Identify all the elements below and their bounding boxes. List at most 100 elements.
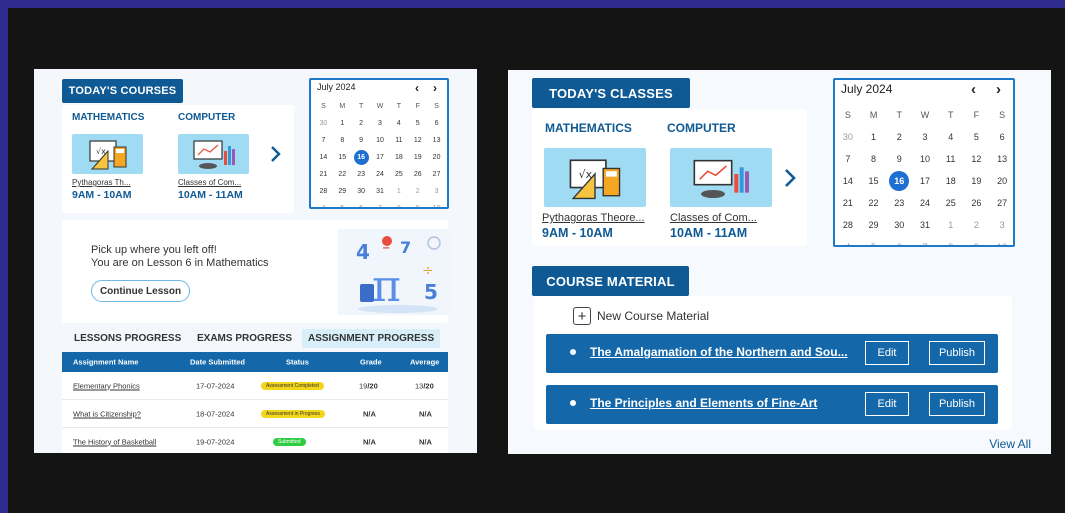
calendar-day[interactable]: 1 <box>333 115 352 132</box>
assignment-name-link[interactable]: Elementary Phonics <box>73 381 140 390</box>
assignment-name-link[interactable]: The History of Basketball <box>73 437 156 446</box>
edit-button[interactable]: Edit <box>865 341 909 365</box>
calendar-day[interactable]: 3 <box>427 183 446 200</box>
tab-exams-progress[interactable]: EXAMS PROGRESS <box>197 329 292 348</box>
calendar-day[interactable]: 12 <box>964 148 990 170</box>
calendar-day[interactable]: 14 <box>835 170 861 192</box>
calendar-day[interactable]: 6 <box>989 126 1013 148</box>
calendar-day[interactable]: 1 <box>389 183 408 200</box>
calendar-day[interactable]: 10 <box>989 236 1013 245</box>
new-course-material-button[interactable]: + New Course Material <box>573 307 709 325</box>
calendar-day[interactable]: 13 <box>427 132 446 149</box>
calendar-prev-button[interactable]: ‹ <box>971 81 976 98</box>
continue-lesson-button[interactable]: Continue Lesson <box>91 280 190 302</box>
calendar-day[interactable]: 28 <box>314 183 333 200</box>
chevron-right-icon[interactable] <box>269 145 283 163</box>
calendar-day[interactable]: 24 <box>912 192 938 214</box>
calendar-day[interactable]: 17 <box>912 170 938 192</box>
calendar-next-button[interactable]: › <box>433 81 437 95</box>
calendar-day[interactable]: 21 <box>314 166 333 183</box>
assignment-name-link[interactable]: What is Citizenship? <box>73 409 141 418</box>
calendar-day[interactable]: 3 <box>371 115 390 132</box>
calendar-day[interactable]: 14 <box>314 149 333 166</box>
calendar-day[interactable]: 10 <box>427 200 446 207</box>
computer-course-thumbnail[interactable] <box>670 148 772 207</box>
calendar-day-today[interactable]: 16 <box>352 149 371 166</box>
calendar-day-today[interactable]: 16 <box>886 170 912 192</box>
computer-course-name[interactable]: Classes of Com... <box>670 212 770 224</box>
calendar-day[interactable]: 9 <box>964 236 990 245</box>
calendar-day[interactable]: 7 <box>314 132 333 149</box>
calendar-day[interactable]: 21 <box>835 192 861 214</box>
computer-course-thumbnail[interactable] <box>178 134 249 174</box>
calendar-day[interactable]: 19 <box>408 149 427 166</box>
math-course-name[interactable]: Pythagoras Theore... <box>542 212 657 224</box>
calendar-day[interactable]: 2 <box>886 126 912 148</box>
calendar-day[interactable]: 7 <box>835 148 861 170</box>
chevron-right-icon[interactable] <box>782 167 798 189</box>
calendar-day[interactable]: 28 <box>835 214 861 236</box>
calendar-day[interactable]: 30 <box>835 126 861 148</box>
calendar-day[interactable]: 5 <box>964 126 990 148</box>
calendar-day[interactable]: 4 <box>314 200 333 207</box>
calendar-day[interactable]: 24 <box>371 166 390 183</box>
calendar-day[interactable]: 1 <box>938 214 964 236</box>
calendar-day[interactable]: 6 <box>886 236 912 245</box>
tab-assignment-progress[interactable]: ASSIGNMENT PROGRESS <box>302 329 441 348</box>
calendar-day[interactable]: 31 <box>371 183 390 200</box>
calendar-day[interactable]: 25 <box>389 166 408 183</box>
calendar-day[interactable]: 15 <box>861 170 887 192</box>
calendar-day[interactable]: 9 <box>352 132 371 149</box>
calendar-day[interactable]: 5 <box>408 115 427 132</box>
material-title-link[interactable]: The Amalgamation of the Northern and Sou… <box>590 345 848 359</box>
calendar-day[interactable]: 29 <box>861 214 887 236</box>
calendar-day[interactable]: 12 <box>408 132 427 149</box>
calendar-day[interactable]: 9 <box>886 148 912 170</box>
material-title-link[interactable]: The Principles and Elements of Fine-Art <box>590 396 817 410</box>
calendar-day[interactable]: 30 <box>352 183 371 200</box>
calendar-day[interactable]: 22 <box>333 166 352 183</box>
calendar-day[interactable]: 2 <box>408 183 427 200</box>
calendar-day[interactable]: 17 <box>371 149 390 166</box>
calendar-day[interactable]: 5 <box>333 200 352 207</box>
calendar-day[interactable]: 23 <box>352 166 371 183</box>
calendar-day[interactable]: 31 <box>912 214 938 236</box>
calendar-day[interactable]: 18 <box>389 149 408 166</box>
calendar-day[interactable]: 30 <box>314 115 333 132</box>
publish-button[interactable]: Publish <box>929 341 985 365</box>
calendar-day[interactable]: 7 <box>371 200 390 207</box>
calendar-day[interactable]: 10 <box>912 148 938 170</box>
calendar-next-button[interactable]: › <box>996 81 1001 98</box>
calendar-day[interactable]: 20 <box>989 170 1013 192</box>
calendar-prev-button[interactable]: ‹ <box>415 81 419 95</box>
edit-button[interactable]: Edit <box>865 392 909 416</box>
tab-lessons-progress[interactable]: LESSONS PROGRESS <box>74 329 181 348</box>
calendar-day[interactable]: 7 <box>912 236 938 245</box>
calendar-day[interactable]: 8 <box>389 200 408 207</box>
calendar-day[interactable]: 18 <box>938 170 964 192</box>
computer-course-name[interactable]: Classes of Com... <box>178 178 254 187</box>
publish-button[interactable]: Publish <box>929 392 985 416</box>
calendar-day[interactable]: 1 <box>861 126 887 148</box>
calendar-day[interactable]: 11 <box>389 132 408 149</box>
calendar-day[interactable]: 3 <box>912 126 938 148</box>
calendar-day[interactable]: 11 <box>938 148 964 170</box>
calendar-day[interactable]: 6 <box>352 200 371 207</box>
calendar-day[interactable]: 27 <box>989 192 1013 214</box>
calendar-day[interactable]: 29 <box>333 183 352 200</box>
calendar-day[interactable]: 2 <box>964 214 990 236</box>
calendar-day[interactable]: 19 <box>964 170 990 192</box>
calendar-day[interactable]: 4 <box>938 126 964 148</box>
calendar-day[interactable]: 4 <box>389 115 408 132</box>
calendar-day[interactable]: 3 <box>989 214 1013 236</box>
calendar-day[interactable]: 9 <box>408 200 427 207</box>
calendar-day[interactable]: 20 <box>427 149 446 166</box>
calendar-day[interactable]: 27 <box>427 166 446 183</box>
calendar-day[interactable]: 26 <box>964 192 990 214</box>
math-course-name[interactable]: Pythagoras Th... <box>72 178 148 187</box>
calendar-day[interactable]: 8 <box>861 148 887 170</box>
calendar-day[interactable]: 30 <box>886 214 912 236</box>
calendar-day[interactable]: 8 <box>938 236 964 245</box>
calendar-day[interactable]: 25 <box>938 192 964 214</box>
calendar-day[interactable]: 23 <box>886 192 912 214</box>
